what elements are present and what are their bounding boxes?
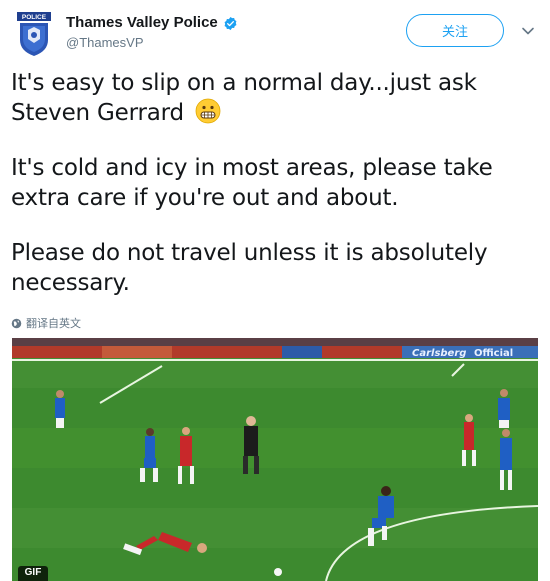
chevron-down-icon[interactable] (521, 24, 535, 38)
ad-board-text-2: Official (474, 348, 513, 359)
avatar-badge-text: POLICE (22, 14, 47, 21)
author-display-name[interactable]: Thames Valley Police (66, 14, 218, 32)
avatar[interactable]: POLICE (17, 12, 51, 56)
tweet-header: POLICE Thames Valley Police @ThamesVP 关注 (0, 0, 550, 62)
tweet-paragraph-1: It's easy to slip on a normal day...just… (11, 68, 536, 128)
follow-button[interactable]: 关注 (406, 14, 504, 47)
tweet-paragraph-3: Please do not travel unless it is absolu… (11, 240, 488, 296)
ball (274, 568, 282, 576)
gif-badge: GIF (18, 566, 48, 581)
tweet-line-2: Steven Gerrard (11, 100, 184, 126)
tweet-text: It's easy to slip on a normal day...just… (11, 68, 536, 323)
tweet-paragraph-2: It's cold and icy in most areas, please … (11, 155, 493, 211)
ad-board-text-1: Carlsberg (412, 348, 466, 359)
football-pitch-image: Carlsberg Official (12, 338, 538, 581)
author-handle[interactable]: @ThamesVP (66, 35, 238, 51)
author-info: Thames Valley Police @ThamesVP (66, 14, 238, 51)
verified-badge-icon (224, 16, 237, 30)
tweet-card: POLICE Thames Valley Police @ThamesVP 关注 (0, 0, 550, 581)
globe-icon (11, 318, 22, 328)
tweet-line-1: It's easy to slip on a normal day...just… (11, 70, 477, 96)
police-crest-icon: POLICE (17, 12, 51, 56)
player-blue (55, 390, 65, 428)
translate-label: 翻译自英文 (26, 317, 81, 330)
grimacing-emoji-icon (195, 98, 221, 124)
translate-link[interactable]: 翻译自英文 (11, 315, 81, 331)
tweet-media-gif[interactable]: Carlsberg Official GIF (12, 338, 538, 581)
